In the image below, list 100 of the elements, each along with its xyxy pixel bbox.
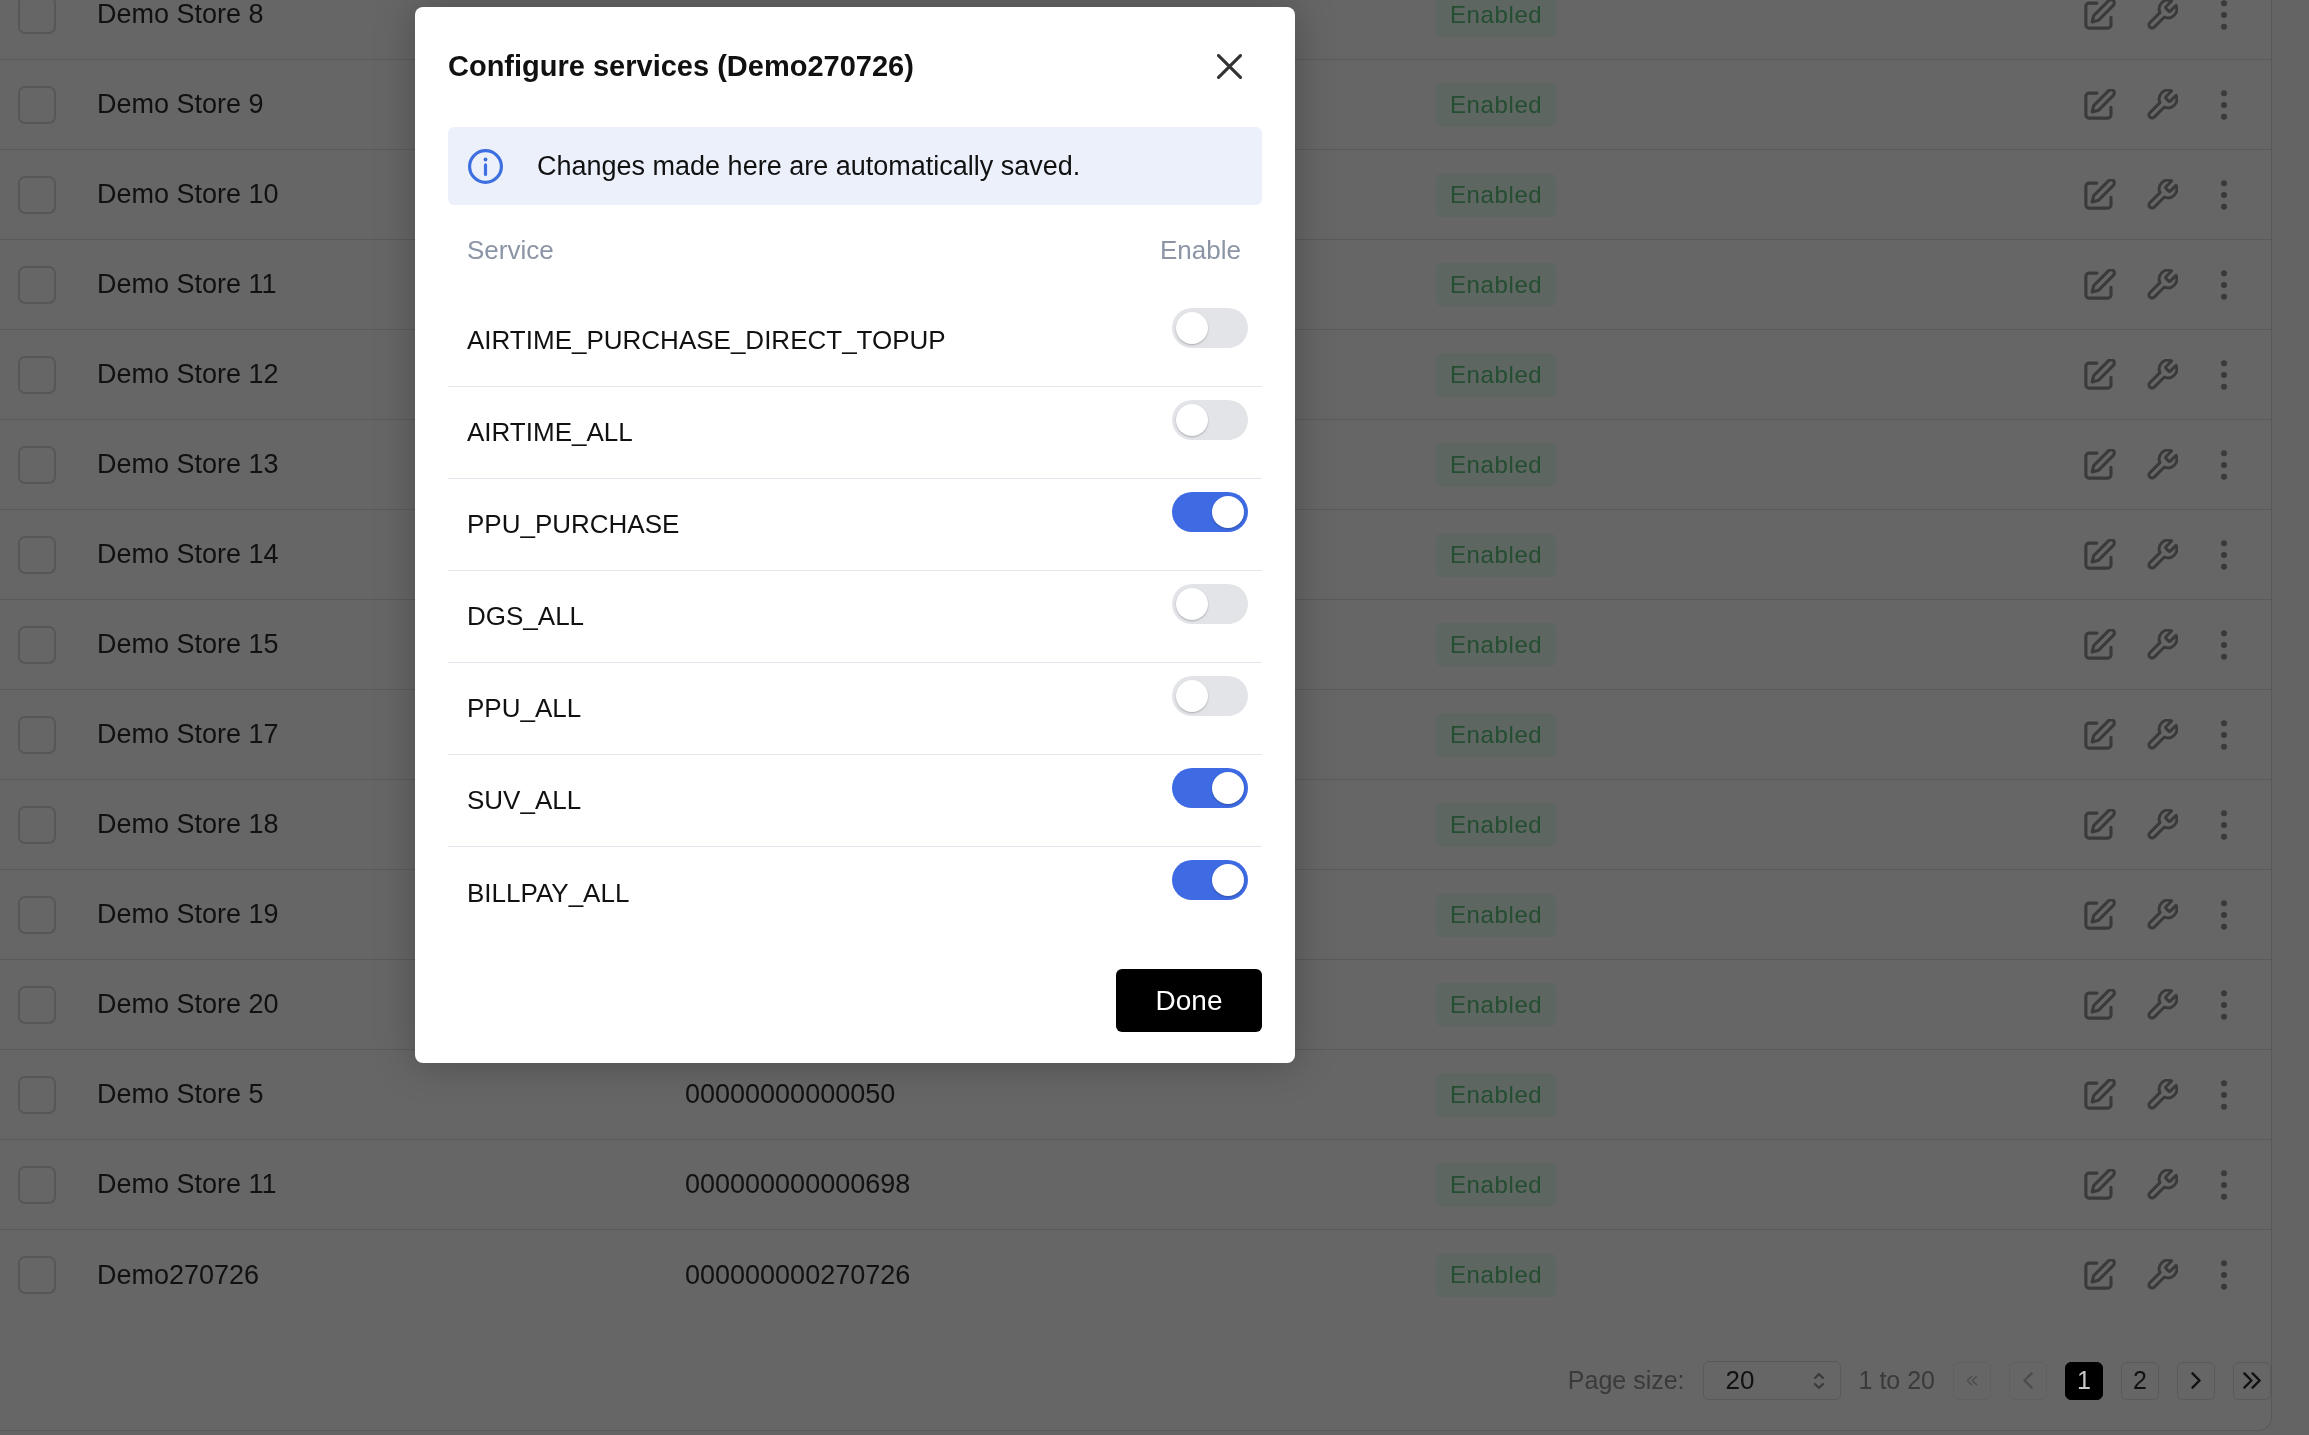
store-id: 000000000000698 [685, 1169, 911, 1200]
store-name: Demo Store 14 [97, 539, 279, 570]
store-name: Demo Store 11 [97, 1169, 277, 1200]
more-options-icon[interactable] [2220, 179, 2228, 210]
more-options-icon[interactable] [2220, 269, 2228, 300]
edit-icon[interactable] [2084, 718, 2116, 751]
status-badge: Enabled [1436, 712, 1557, 757]
service-name: SUV_ALL [467, 785, 582, 816]
more-options-icon[interactable] [2220, 89, 2228, 120]
column-header: Service [467, 234, 554, 266]
store-id: 000000000270726 [685, 1259, 911, 1291]
service-name: AIRTIME_ALL [467, 417, 633, 448]
store-name: Demo Store 5 [97, 1079, 264, 1110]
wrench-icon[interactable] [2146, 0, 2178, 31]
more-options-icon[interactable] [2220, 449, 2228, 480]
status-badge: Enabled [1436, 262, 1557, 307]
store-name: Demo Store 20 [97, 989, 279, 1020]
more-options-icon[interactable] [2220, 719, 2228, 750]
wrench-icon[interactable] [2146, 88, 2178, 121]
done-button[interactable]: Done [1116, 969, 1262, 1032]
edit-icon[interactable] [2084, 898, 2116, 931]
wrench-icon[interactable] [2146, 268, 2178, 301]
toggle-switch[interactable] [1172, 676, 1248, 716]
wrench-icon[interactable] [2146, 178, 2178, 211]
store-name: Demo Store 11 [97, 269, 277, 300]
more-options-icon[interactable] [2220, 629, 2228, 660]
edit-icon[interactable] [2084, 538, 2116, 571]
edit-icon[interactable] [2084, 358, 2116, 391]
status-badge: Enabled [1436, 352, 1557, 397]
more-options-icon[interactable] [2220, 1169, 2228, 1200]
toggle-switch[interactable] [1172, 860, 1248, 900]
status-badge: Enabled [1436, 622, 1557, 667]
status-badge: Enabled [1436, 1253, 1557, 1297]
wrench-icon[interactable] [2146, 808, 2178, 841]
store-name: Demo Store 18 [97, 809, 279, 840]
store-name: Demo270726 [97, 1259, 260, 1291]
edit-icon[interactable] [2084, 268, 2116, 301]
status-badge: Enabled [1436, 1162, 1557, 1207]
store-name: Demo Store 13 [97, 449, 279, 480]
edit-icon[interactable] [2084, 0, 2116, 31]
more-options-icon[interactable] [2220, 899, 2228, 930]
status-badge: Enabled [1436, 532, 1557, 577]
edit-icon[interactable] [2084, 988, 2116, 1021]
wrench-icon[interactable] [2146, 448, 2178, 481]
wrench-icon[interactable] [2146, 358, 2178, 391]
wrench-icon[interactable] [2146, 1259, 2178, 1291]
status-badge: Enabled [1436, 802, 1557, 847]
store-name: Demo Store 12 [97, 359, 279, 390]
edit-icon[interactable] [2084, 808, 2116, 841]
edit-icon[interactable] [2084, 178, 2116, 211]
service-name: PPU_PURCHASE [467, 509, 680, 540]
more-options-icon[interactable] [2220, 0, 2228, 30]
more-options-icon[interactable] [2220, 1079, 2228, 1110]
service-name: PPU_ALL [467, 693, 582, 724]
toggle-switch[interactable] [1172, 584, 1248, 624]
last-page-button[interactable] [2233, 1361, 2271, 1400]
chevron-up-down-icon [1812, 1371, 1825, 1390]
status-badge: Enabled [1436, 892, 1557, 937]
page-button[interactable]: 1 [2065, 1361, 2103, 1400]
wrench-icon[interactable] [2146, 718, 2178, 751]
edit-icon[interactable] [2084, 1168, 2116, 1201]
store-name: Demo Store 8 [97, 0, 264, 30]
wrench-icon[interactable] [2146, 1078, 2178, 1111]
more-options-icon[interactable] [2220, 539, 2228, 570]
info-icon [468, 148, 503, 184]
dialog-title: Configure services (Demo270726) [448, 49, 914, 83]
wrench-icon[interactable] [2146, 538, 2178, 571]
status-badge: Enabled [1436, 0, 1557, 37]
edit-icon[interactable] [2084, 1078, 2116, 1111]
store-name: Demo Store 17 [97, 719, 279, 750]
wrench-icon[interactable] [2146, 898, 2178, 931]
wrench-icon[interactable] [2146, 988, 2178, 1021]
more-options-icon[interactable] [2220, 809, 2228, 840]
status-badge: Enabled [1436, 82, 1557, 127]
edit-icon[interactable] [2084, 1259, 2116, 1291]
toggle-switch[interactable] [1172, 308, 1248, 348]
toggle-switch[interactable] [1172, 400, 1248, 440]
more-options-icon[interactable] [2220, 1260, 2228, 1290]
edit-icon[interactable] [2084, 88, 2116, 121]
service-name: BILLPAY_ALL [467, 877, 630, 909]
store-name: Demo Store 15 [97, 629, 279, 660]
wrench-icon[interactable] [2146, 628, 2178, 661]
toggle-switch[interactable] [1172, 492, 1248, 532]
wrench-icon[interactable] [2146, 1168, 2178, 1201]
edit-icon[interactable] [2084, 628, 2116, 661]
next-page-button[interactable] [2177, 1361, 2215, 1400]
status-badge: Enabled [1436, 442, 1557, 487]
more-options-icon[interactable] [2220, 989, 2228, 1020]
chevron-left-icon [2022, 1371, 2034, 1390]
service-name: AIRTIME_PURCHASE_DIRECT_TOPUP [467, 325, 946, 356]
more-options-icon[interactable] [2220, 359, 2228, 390]
edit-icon[interactable] [2084, 448, 2116, 481]
notice-text: Changes made here are automatically saved. [537, 150, 1081, 182]
service-name: DGS_ALL [467, 601, 585, 632]
column-header: Enable [1160, 234, 1241, 266]
chevron-right-icon [2190, 1371, 2202, 1390]
store-name: Demo Store 19 [97, 899, 279, 930]
close-icon[interactable] [1217, 53, 1242, 79]
store-name: Demo Store 10 [97, 179, 279, 210]
toggle-switch[interactable] [1172, 768, 1248, 808]
